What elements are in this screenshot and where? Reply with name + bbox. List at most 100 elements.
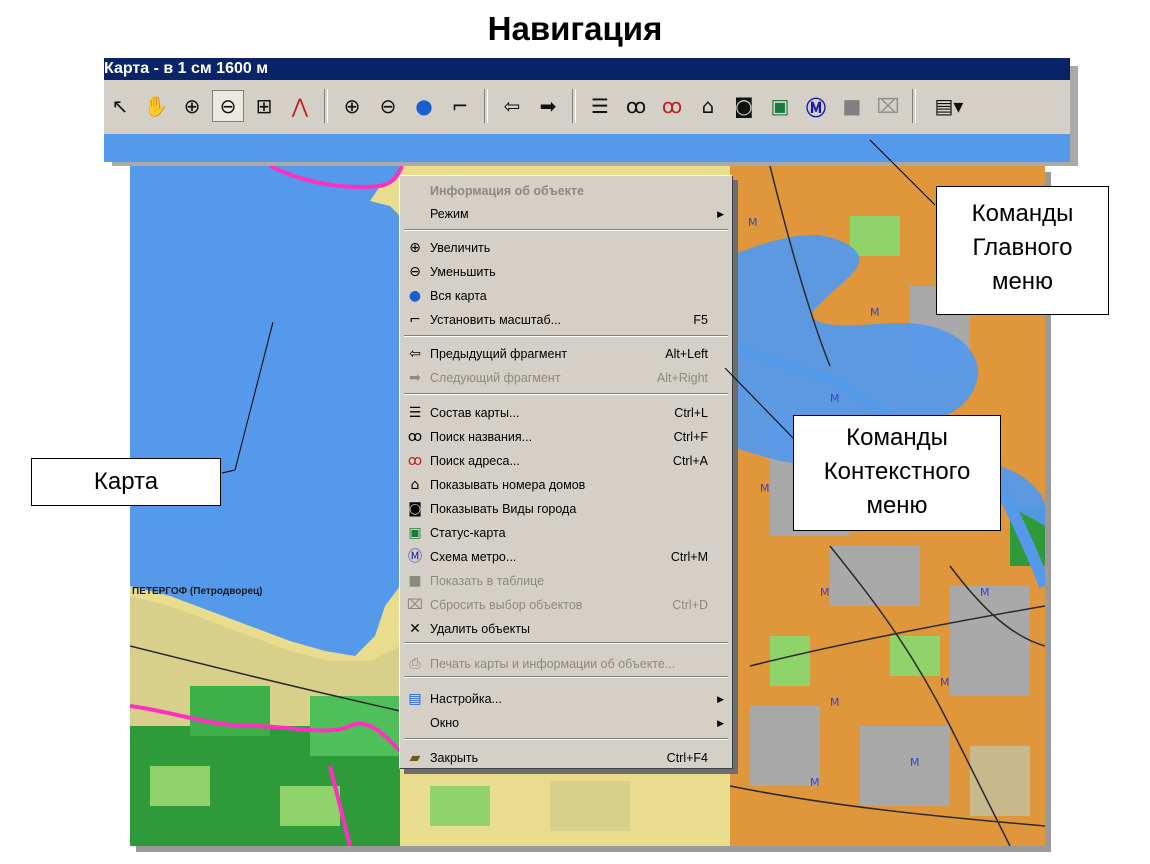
table-icon[interactable]: ■ — [836, 90, 868, 122]
toolbar-separator — [324, 89, 328, 123]
folder-close-icon: ▰ — [409, 750, 421, 766]
context-menu-item-label: Поиск названия... — [430, 430, 533, 444]
svg-text:M: M — [830, 392, 840, 405]
context-menu-item[interactable]: ⌂ Показывать номера домов — [400, 474, 732, 496]
back-arrow-icon[interactable]: ⇦ — [496, 90, 528, 122]
context-menu-item-label: Удалить объекты — [430, 622, 530, 636]
scale-ruler-icon: ⌐ — [409, 312, 421, 328]
table-icon: ■ — [408, 573, 422, 589]
globe-icon[interactable]: ● — [408, 90, 440, 122]
place-label: ПЕТЕРГОФ (Петродворец) — [132, 586, 263, 597]
context-menu-item: ■ Показать в таблице — [400, 570, 732, 592]
context-menu-item-label: Закрыть — [430, 751, 479, 765]
context-menu-item[interactable]: ◙ Показывать Виды города — [400, 498, 732, 520]
address-search-icon[interactable]: ꝏ — [656, 90, 688, 122]
zoom-out-magnifier-icon[interactable]: ⊖ — [212, 90, 244, 122]
context-menu-item-label: Статус-карта — [430, 526, 506, 540]
menu-separator — [404, 676, 728, 678]
svg-text:M: M — [940, 676, 950, 689]
toolbar-separator — [572, 89, 576, 123]
context-menu-item-label: Показывать номера домов — [430, 478, 586, 492]
context-menu: Информация об объекте Режим ▶ ⊕ Увеличить ⊖ Ум… — [399, 175, 733, 769]
context-menu-item[interactable]: ▤ Настройка... ▶ — [400, 688, 732, 710]
svg-text:M: M — [810, 776, 820, 789]
zoom-in-icon[interactable]: ⊕ — [336, 90, 368, 122]
zoom-out-icon[interactable]: ⊖ — [372, 90, 404, 122]
scale-ruler-icon[interactable]: ⌐ — [444, 90, 476, 122]
tram-icon[interactable]: ⊞ — [248, 90, 280, 122]
zoom-in-magnifier-icon[interactable]: ⊕ — [176, 90, 208, 122]
context-menu-item-label: Показать в таблице — [430, 574, 545, 588]
context-menu-item[interactable]: ⊖ Уменьшить — [400, 261, 732, 283]
zoom-in-icon: ⊕ — [409, 240, 421, 256]
submenu-arrow-icon: ▶ — [717, 718, 724, 728]
address-search-icon: ꝏ — [407, 453, 423, 469]
menu-separator — [404, 335, 728, 337]
context-menu-item[interactable]: ▣ Статус-карта — [400, 522, 732, 544]
context-menu-item[interactable]: ⇦ Предыдущий фрагмент Alt+Left — [400, 343, 732, 365]
context-menu-item-shortcut: Ctrl+M — [670, 550, 708, 564]
window-title-bar[interactable]: Карта - в 1 см 1600 м — [104, 58, 1070, 80]
context-menu-item-shortcut: Alt+Right — [656, 371, 708, 385]
settings-dropdown-icon[interactable]: ▤▾ — [924, 90, 974, 122]
context-menu-item[interactable]: ✕ Удалить объекты — [400, 618, 732, 640]
layers-icon[interactable]: ☰ — [584, 90, 616, 122]
callout-main-line3: меню — [991, 268, 1054, 295]
callout-map: Карта — [31, 458, 221, 506]
context-menu-item-label: Следующий фрагмент — [430, 371, 561, 385]
delete-x-icon: ✕ — [409, 621, 421, 637]
callout-main-menu: Команды Главного меню — [936, 186, 1109, 315]
callout-context-line2: Контекстного — [823, 458, 971, 485]
context-menu-item[interactable]: ▰ Закрыть Ctrl+F4 — [400, 747, 732, 769]
context-menu-item[interactable]: Режим ▶ — [400, 203, 732, 225]
reset-selection-icon[interactable]: ⌧ — [872, 90, 904, 122]
menu-separator — [404, 393, 728, 395]
zoom-out-icon: ⊖ — [409, 264, 421, 280]
menu-separator — [404, 229, 728, 231]
context-menu-item-shortcut: Ctrl+F4 — [666, 751, 708, 765]
context-menu-item-label: Печать карты и информации об объекте... — [430, 657, 676, 671]
context-menu-item[interactable]: ☰ Состав карты... Ctrl+L — [400, 402, 732, 424]
context-menu-item-label: Показывать Виды города — [430, 502, 577, 516]
svg-text:M: M — [830, 696, 840, 709]
printer-icon: ⎙ — [409, 656, 421, 672]
context-menu-item[interactable]: ⌐ Установить масштаб... F5 — [400, 309, 732, 331]
metro-icon: Ⓜ — [408, 549, 422, 565]
context-menu-item[interactable]: ⊕ Увеличить — [400, 237, 732, 259]
hand-pan-icon[interactable]: ✋ — [140, 90, 172, 122]
context-menu-item-label: Настройка... — [430, 692, 502, 706]
context-menu-item-label: Уменьшить — [430, 265, 496, 279]
forward-arrow-icon[interactable]: ➡ — [532, 90, 564, 122]
context-menu-item[interactable]: Окно ▶ — [400, 712, 732, 734]
context-menu-item[interactable]: Ⓜ Схема метро... Ctrl+M — [400, 546, 732, 568]
globe-icon: ● — [408, 288, 422, 304]
context-menu-item[interactable]: ● Вся карта — [400, 285, 732, 307]
binoculars-icon[interactable]: ꝏ — [620, 90, 652, 122]
context-menu-item[interactable]: ꝏ Поиск адреса... Ctrl+A — [400, 450, 732, 472]
context-menu-item-label: Установить масштаб... — [430, 313, 562, 327]
context-menu-item-label: Схема метро... — [430, 550, 517, 564]
context-menu-item-shortcut: F5 — [693, 313, 708, 327]
context-menu-item: Информация об объекте — [400, 180, 732, 202]
svg-text:M: M — [748, 216, 758, 229]
callout-context-line1: Команды — [846, 424, 948, 451]
context-menu-item-label: Поиск адреса... — [430, 454, 520, 468]
svg-text:M: M — [910, 756, 920, 769]
status-map-icon: ▣ — [408, 525, 422, 541]
callout-main-line1: Команды — [971, 200, 1074, 227]
house-numbers-icon[interactable]: ⌂ — [692, 90, 724, 122]
metro-icon[interactable]: Ⓜ — [800, 90, 832, 122]
context-menu-item-label: Окно — [430, 716, 460, 730]
context-menu-item-label: Предыдущий фрагмент — [430, 347, 568, 361]
submenu-arrow-icon: ▶ — [717, 209, 724, 219]
context-menu-item[interactable]: ꝏ Поиск названия... Ctrl+F — [400, 426, 732, 448]
toolbar-separator — [484, 89, 488, 123]
context-menu-item-label: Состав карты... — [430, 406, 520, 420]
pointer-arrow-icon[interactable]: ↖ — [104, 90, 136, 122]
status-map-icon[interactable]: ▣ — [764, 90, 796, 122]
compass-measure-icon[interactable]: ⋀ — [284, 90, 316, 122]
context-menu-item-label: Вся карта — [430, 289, 487, 303]
forward-arrow-icon: ➡ — [409, 370, 421, 386]
camera-icon[interactable]: ◙ — [728, 90, 760, 122]
menu-separator — [404, 642, 728, 644]
